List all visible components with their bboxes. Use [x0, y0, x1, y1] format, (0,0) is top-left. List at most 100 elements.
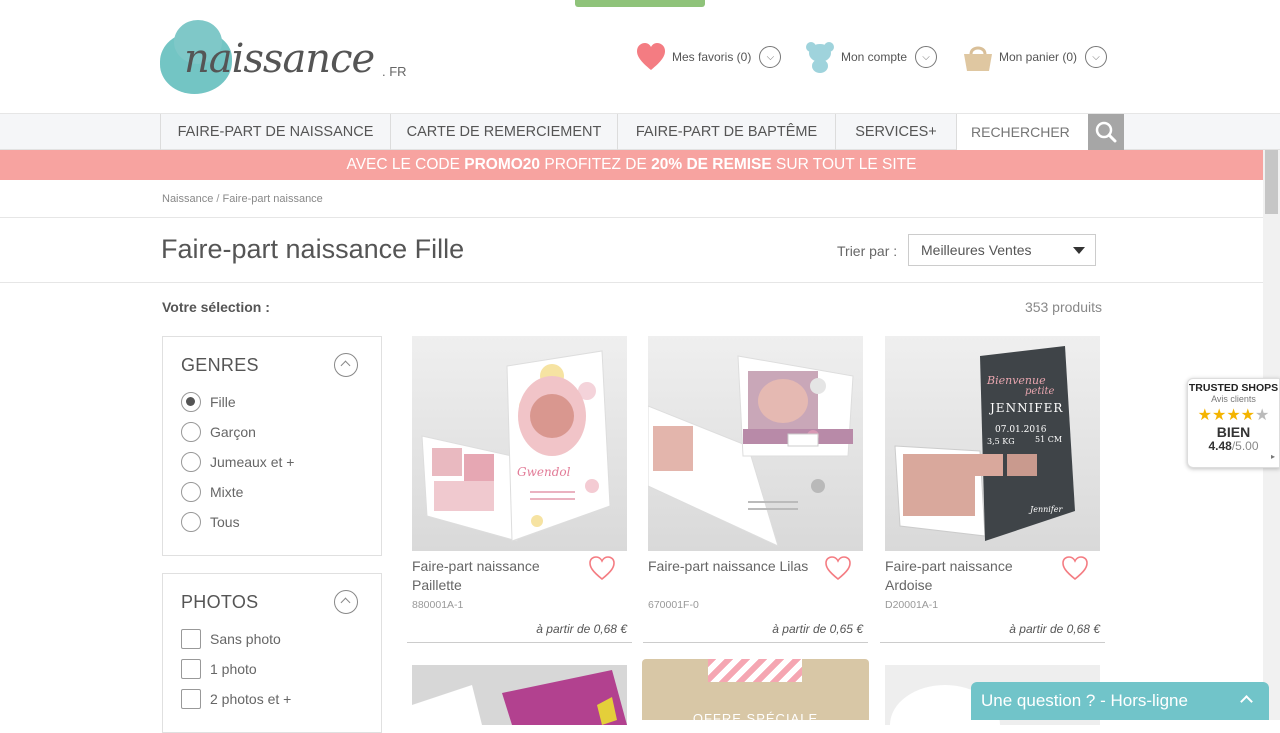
search-icon [1095, 121, 1117, 143]
teddy-bear-icon [806, 42, 834, 73]
product-ref: 670001F-0 [648, 599, 699, 611]
radio-button[interactable] [181, 422, 201, 442]
option-label: Garçon [210, 424, 256, 440]
header: naissance . FR Mes favoris (0) ⌵ Mon com… [0, 0, 1280, 114]
product-card[interactable]: Bienvenue petite JENNIFER 07.01.2016 3,5… [880, 336, 1110, 646]
product-image[interactable] [648, 336, 863, 551]
sort-value: Meilleures Ventes [921, 242, 1032, 258]
promo-banner[interactable]: AVEC LE CODE PROMO20 PROFITEZ DE 20% DE … [0, 150, 1263, 180]
account-link[interactable]: Mon compte ⌵ [805, 40, 938, 74]
chevron-up-icon[interactable] [334, 353, 358, 377]
option-label: Tous [210, 514, 240, 530]
page-title: Faire-part naissance Fille [161, 234, 465, 264]
divider [880, 642, 1105, 643]
card-illustration: Gwendol [421, 350, 611, 542]
sort-select[interactable]: Meilleures Ventes [908, 234, 1096, 266]
radio-button[interactable] [181, 512, 201, 532]
chevron-down-icon[interactable]: ⌵ [759, 46, 782, 68]
product-count: 353 produits [1024, 299, 1102, 315]
chevron-up-icon[interactable] [1240, 695, 1253, 708]
breadcrumb-home[interactable]: Naissance [162, 193, 213, 205]
promo-code: PROMO20 [464, 156, 541, 173]
product-ref: D20001A-1 [885, 599, 939, 611]
product-image[interactable]: Gwendol [412, 336, 627, 551]
chat-widget[interactable]: Une question ? - Hors-ligne [971, 682, 1269, 720]
nav-item-services[interactable]: SERVICES+ [836, 114, 957, 150]
filter-option-garcon[interactable]: Garçon [181, 422, 256, 442]
option-label: 1 photo [210, 661, 257, 677]
trusted-title: TRUSTED SHOPS [1188, 382, 1279, 394]
filter-option-sans-photo[interactable]: Sans photo [181, 629, 281, 649]
card-height: 51 CM [1035, 435, 1062, 444]
divider [0, 282, 1263, 283]
option-label: Mixte [210, 484, 244, 500]
search-input[interactable] [957, 114, 1088, 150]
account-label: Mon compte [841, 50, 908, 64]
product-price: à partir de 0,68 € [536, 622, 627, 636]
rating-score: 4.48/5.00 [1188, 439, 1279, 453]
favorites-label: Mes favoris (0) [672, 50, 752, 64]
score-value: 4.48 [1208, 439, 1232, 453]
trusted-subtitle: Avis clients [1211, 394, 1256, 404]
filter-option-mixte[interactable]: Mixte [181, 482, 243, 502]
card-script: Gwendol [517, 465, 571, 479]
top-accent-tab[interactable] [575, 0, 705, 7]
filter-genres: GENRES Fille Garçon Jumeaux et + Mixte T… [162, 336, 382, 556]
search-button[interactable] [1088, 114, 1124, 150]
card-sign: Jennifer [1028, 505, 1064, 514]
product-card[interactable]: Gwendol Faire-part naissance Paillette 8… [407, 336, 637, 646]
expand-arrow-icon[interactable]: ▸ [1271, 452, 1275, 461]
product-card[interactable]: Faire-part naissance Lilas 670001F-0 à p… [643, 336, 873, 646]
radio-button[interactable] [181, 482, 201, 502]
nav-item-faire-part-bapteme[interactable]: FAIRE-PART DE BAPTÊME [618, 114, 836, 150]
divider [0, 217, 1263, 218]
trusted-shops-badge[interactable]: TRUSTED SHOPS Avis clients ★★★★★ BIEN 4.… [1187, 378, 1280, 468]
product-name[interactable]: Faire-part naissance Ardoise [885, 557, 1055, 595]
radio-button[interactable] [181, 392, 201, 412]
filter-option-2-photos[interactable]: 2 photos et + [181, 689, 291, 709]
heart-outline-icon[interactable] [824, 555, 852, 581]
heart-outline-icon[interactable] [1061, 555, 1089, 581]
scrollbar-thumb[interactable] [1265, 150, 1278, 214]
promo-text-2: PROFITEZ DE [540, 156, 652, 173]
logo-word: naissance [184, 36, 375, 82]
special-offer-card[interactable]: OFFRE SPÉCIALE [642, 659, 869, 720]
heart-icon [637, 43, 665, 70]
chevron-down-icon[interactable]: ⌵ [915, 46, 938, 68]
product-ref: 880001A-1 [412, 599, 464, 611]
chevron-down-icon[interactable]: ⌵ [1085, 46, 1108, 68]
favorites-link[interactable]: Mes favoris (0) ⌵ [636, 40, 782, 74]
checkbox[interactable] [181, 629, 201, 649]
radio-button[interactable] [181, 452, 201, 472]
heart-outline-icon[interactable] [588, 555, 616, 581]
card-name: JENNIFER [988, 401, 1063, 415]
nav-item-carte-remerciement[interactable]: CARTE DE REMERCIEMENT [391, 114, 618, 150]
product-price: à partir de 0,65 € [772, 622, 863, 636]
ribbon-decoration [708, 659, 802, 682]
option-label: Sans photo [210, 631, 281, 647]
checkbox[interactable] [181, 689, 201, 709]
filter-option-fille[interactable]: Fille [181, 392, 236, 412]
cart-label: Mon panier (0) [999, 50, 1078, 64]
product-image[interactable]: Bienvenue petite JENNIFER 07.01.2016 3,5… [885, 336, 1100, 551]
product-name[interactable]: Faire-part naissance Paillette [412, 557, 582, 595]
nav-item-faire-part-naissance[interactable]: FAIRE-PART DE NAISSANCE [160, 114, 391, 150]
chevron-up-icon[interactable] [334, 590, 358, 614]
score-scale: /5.00 [1231, 439, 1259, 453]
site-logo[interactable]: naissance . FR [160, 18, 420, 98]
product-price: à partir de 0,68 € [1009, 622, 1100, 636]
checkbox[interactable] [181, 659, 201, 679]
breadcrumb-separator: / [213, 193, 223, 205]
divider [643, 642, 868, 643]
option-label: Fille [210, 394, 236, 410]
card-illustration [412, 670, 627, 725]
filter-option-1-photo[interactable]: 1 photo [181, 659, 257, 679]
product-image-partial[interactable] [412, 665, 627, 725]
product-name[interactable]: Faire-part naissance Lilas [648, 557, 818, 576]
cart-link[interactable]: Mon panier (0) ⌵ [963, 40, 1108, 74]
promo-discount: 20% DE REMISE [651, 156, 772, 173]
sort-label: Trier par : [837, 243, 898, 259]
filter-option-jumeaux[interactable]: Jumeaux et + [181, 452, 294, 472]
option-label: Jumeaux et + [210, 454, 295, 470]
filter-option-tous[interactable]: Tous [181, 512, 240, 532]
